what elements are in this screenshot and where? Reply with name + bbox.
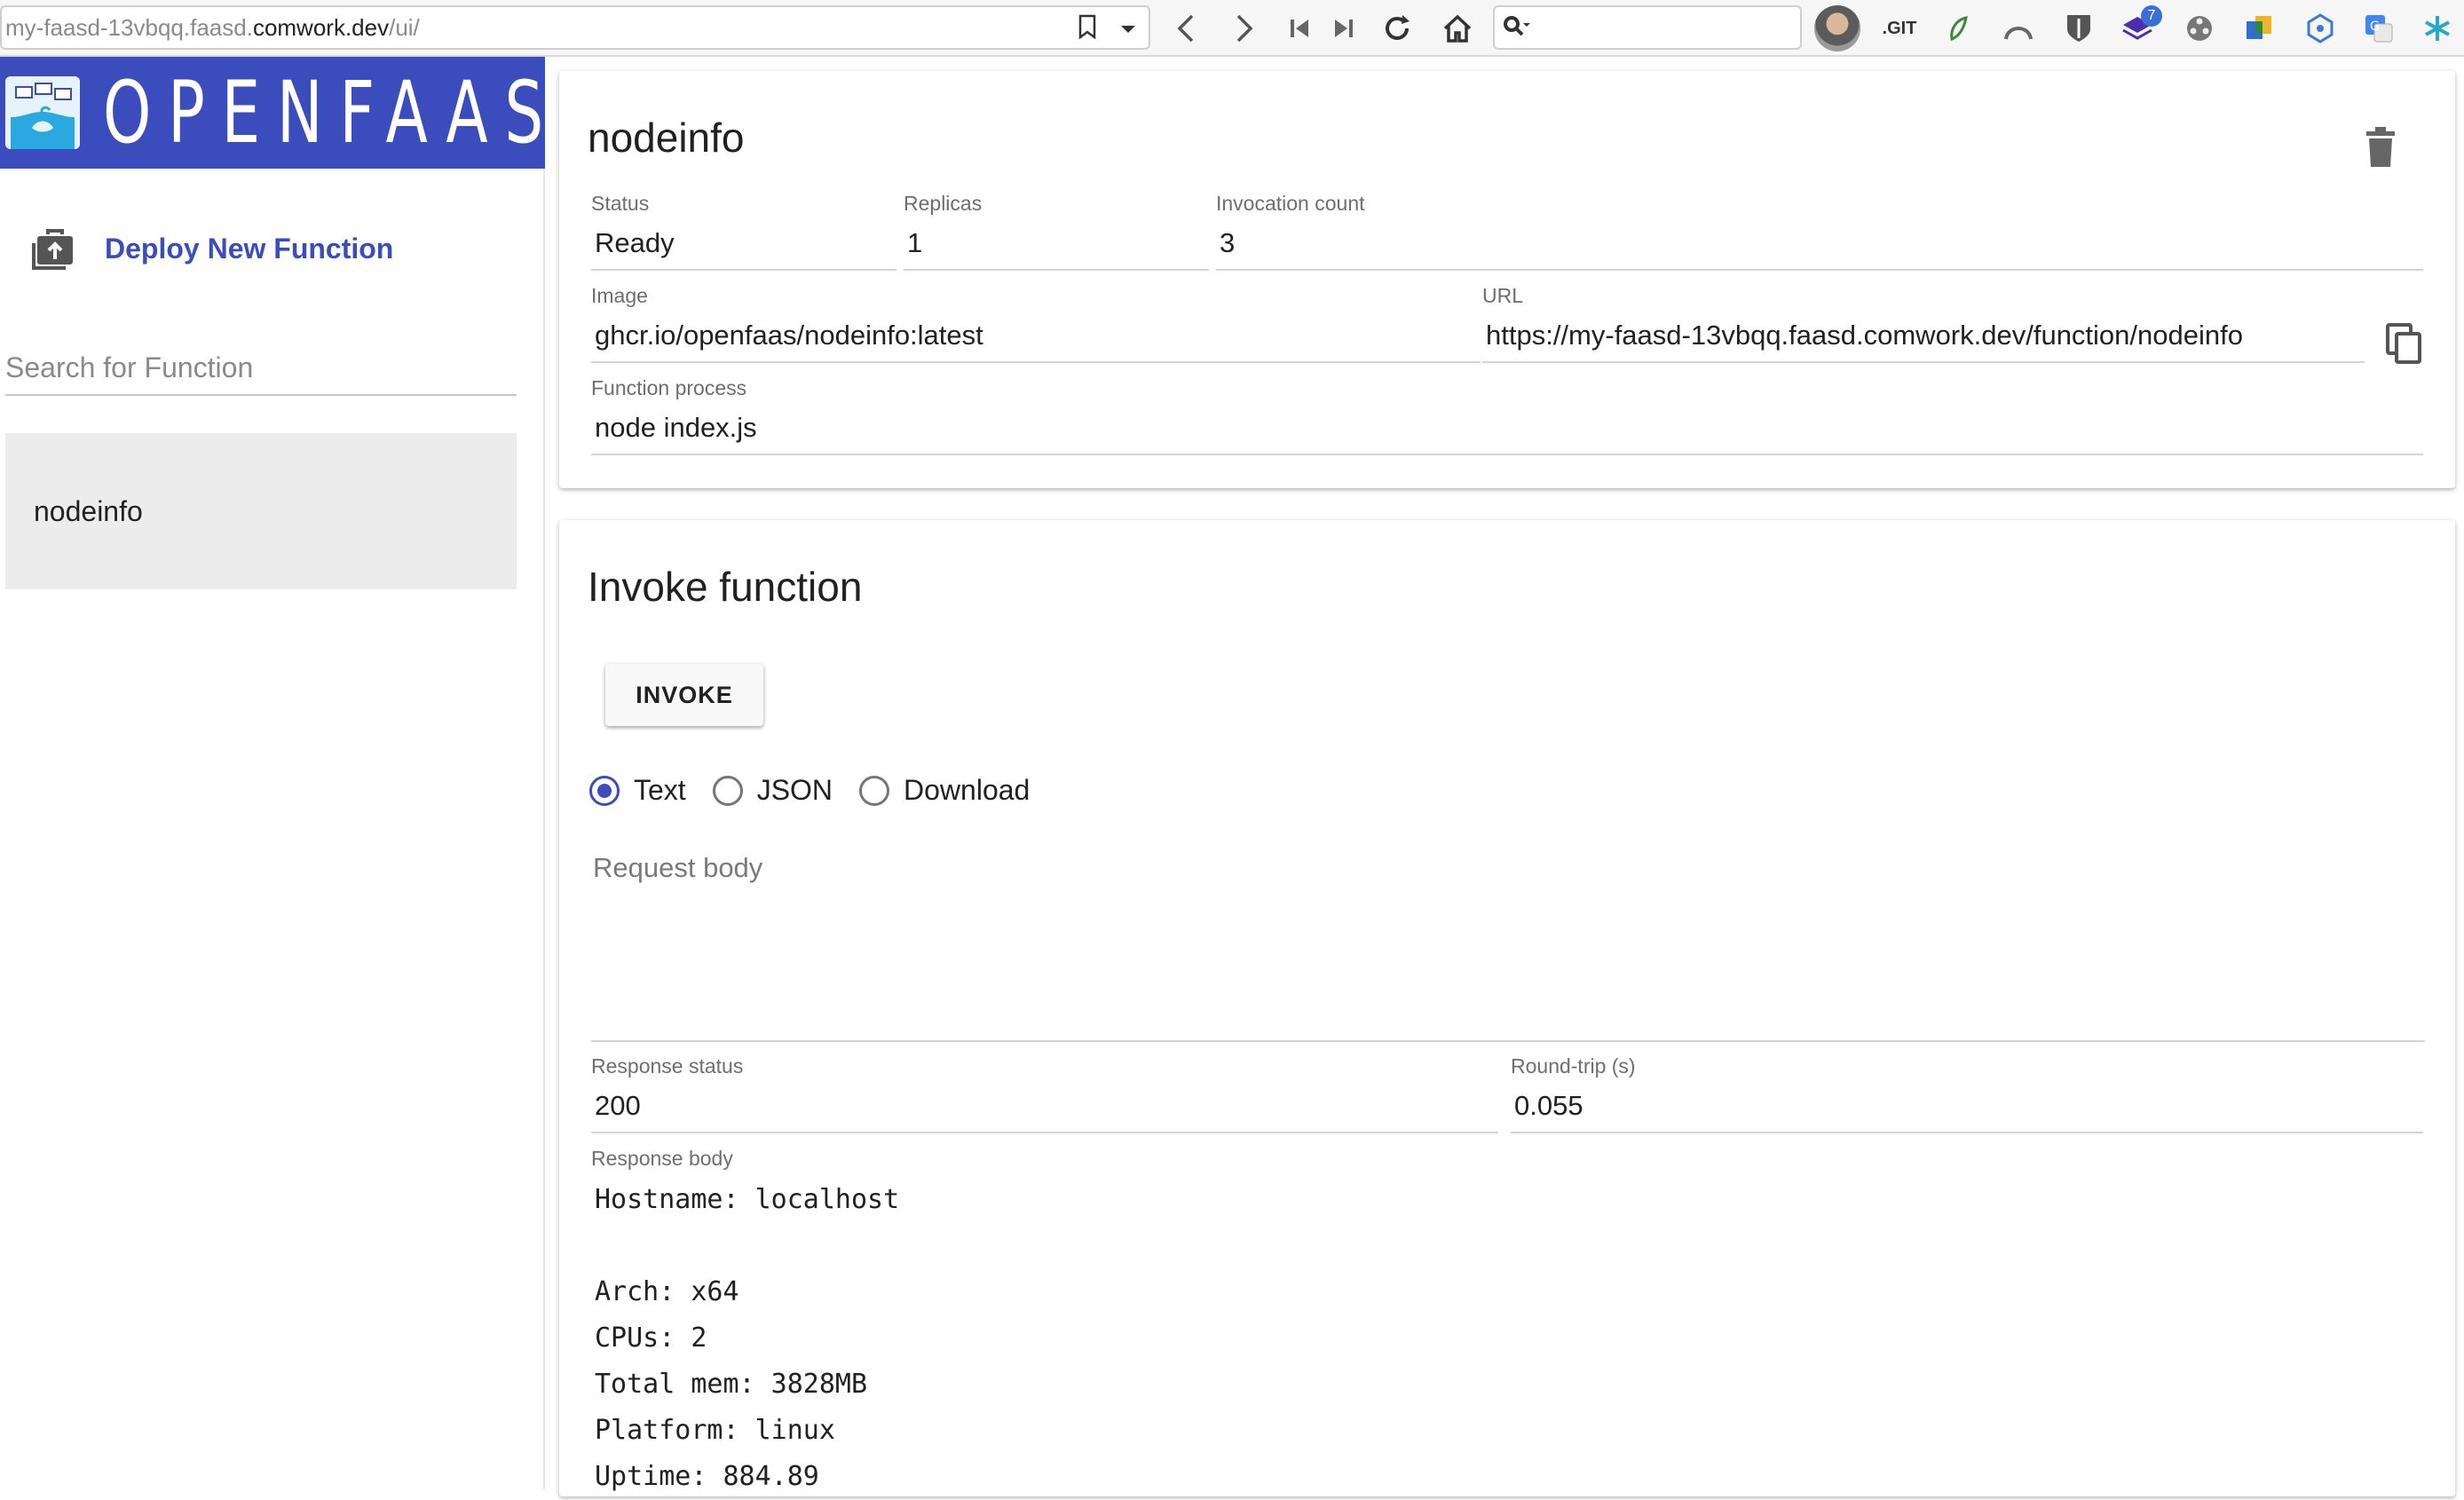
- function-list-item[interactable]: nodeinfo: [5, 433, 517, 589]
- forward-icon[interactable]: [1227, 11, 1262, 46]
- status-value: Ready: [591, 225, 896, 271]
- invoke-button[interactable]: INVOKE: [605, 664, 763, 726]
- function-process-value: node index.js: [591, 409, 2423, 455]
- git-extension-icon[interactable]: .GIT: [1880, 11, 1919, 46]
- format-radio-label: Text: [634, 774, 686, 806]
- function-title: nodeinfo: [588, 114, 745, 161]
- radio-checked-icon[interactable]: [589, 775, 620, 806]
- url-value: https://my-faasd-13vbqq.faasd.comwork.de…: [1482, 317, 2365, 363]
- browser-search-box[interactable]: [1493, 5, 1802, 50]
- openfaas-logo: [5, 76, 80, 149]
- bookmark-icon[interactable]: [1074, 14, 1101, 41]
- briefcase-upload-icon: [32, 225, 78, 272]
- sidebar: OPENFAAS Deploy New Function nodeinfo: [0, 57, 545, 1489]
- svg-text:G: G: [2370, 20, 2380, 34]
- dropdown-arrow-icon[interactable]: [1115, 14, 1141, 41]
- function-details-card: nodeinfo Status Ready Replicas 1 Invocat…: [559, 71, 2455, 488]
- asterisk-extension-icon[interactable]: [2420, 11, 2455, 46]
- invoke-function-card: Invoke function INVOKE Text JSON Downloa…: [559, 520, 2455, 1496]
- format-radio-label: JSON: [756, 774, 833, 806]
- url-suffix: /ui/: [389, 13, 420, 41]
- reload-icon[interactable]: [1379, 11, 1415, 46]
- home-icon[interactable]: [1440, 11, 1475, 46]
- notification-badge: 7: [2141, 5, 2162, 27]
- status-field: Status Ready: [591, 192, 896, 271]
- response-status-label: Response status: [591, 1054, 744, 1078]
- format-radio-label: Download: [904, 774, 1031, 806]
- function-search-input[interactable]: [5, 341, 517, 396]
- radio-unchecked-icon[interactable]: [712, 775, 743, 806]
- invocation-count-label: Invocation count: [1216, 192, 1365, 215]
- browser-toolbar: my-faasd-13vbqq.faasd.comwork.dev/ui/ .G…: [0, 0, 2464, 57]
- response-status-value: 200: [591, 1087, 1498, 1133]
- arc-extension-icon[interactable]: [2001, 11, 2036, 46]
- image-label: Image: [591, 284, 648, 307]
- skip-forward-icon[interactable]: [1326, 11, 1362, 46]
- search-icon: [1502, 14, 1530, 45]
- round-trip-field: Round-trip (s) 0.055: [1511, 1054, 2423, 1133]
- function-process-label: Function process: [591, 376, 747, 399]
- delete-icon[interactable]: [2363, 126, 2398, 169]
- url-text[interactable]: my-faasd-13vbqq.faasd.comwork.dev/ui/: [2, 14, 420, 42]
- invocation-count-value: 3: [1216, 225, 2423, 271]
- status-label: Status: [591, 192, 650, 215]
- address-bar[interactable]: my-faasd-13vbqq.faasd.comwork.dev/ui/: [0, 5, 1150, 50]
- url-prefix: my-faasd-13vbqq.faasd.: [5, 13, 253, 41]
- replicas-label: Replicas: [904, 192, 983, 215]
- invoke-title: Invoke function: [588, 564, 863, 610]
- invocation-count-field: Invocation count 3: [1216, 192, 2423, 271]
- leaf-extension-icon[interactable]: [1940, 11, 1976, 46]
- url-label: URL: [1482, 284, 1524, 307]
- image-field: Image ghcr.io/openfaas/nodeinfo:latest: [591, 284, 1481, 363]
- translate-icon[interactable]: G: [2361, 11, 2397, 46]
- format-radio-text[interactable]: Text: [589, 774, 686, 807]
- tabs-extension-icon[interactable]: [2242, 11, 2278, 46]
- response-status-field: Response status 200: [591, 1054, 1498, 1133]
- hexagon-extension-icon[interactable]: [2302, 11, 2338, 46]
- back-icon[interactable]: [1168, 11, 1204, 46]
- stack-extension-icon[interactable]: 7: [2120, 5, 2162, 46]
- deploy-label: Deploy New Function: [105, 232, 394, 264]
- response-body-field: Response body: [591, 1147, 733, 1171]
- url-field: URL https://my-faasd-13vbqq.faasd.comwor…: [1482, 284, 2365, 363]
- round-trip-label: Round-trip (s): [1511, 1054, 1636, 1078]
- response-body-label: Response body: [591, 1147, 733, 1170]
- format-radio-download[interactable]: Download: [859, 774, 1030, 807]
- format-radio-json[interactable]: JSON: [712, 774, 833, 807]
- request-body-input[interactable]: [591, 852, 2425, 1042]
- function-process-field: Function process node index.js: [591, 376, 2423, 455]
- round-trip-value: 0.055: [1511, 1087, 2423, 1133]
- bitwarden-shield-icon[interactable]: [2061, 11, 2097, 46]
- deploy-new-function-button[interactable]: Deploy New Function: [32, 222, 393, 275]
- radio-unchecked-icon[interactable]: [859, 775, 890, 806]
- url-host: comwork.dev: [252, 13, 390, 41]
- function-list-item-label: nodeinfo: [34, 494, 143, 527]
- brand-header[interactable]: OPENFAAS: [0, 57, 545, 169]
- git-label: .GIT: [1882, 18, 1917, 38]
- user-avatar[interactable]: [1814, 5, 1860, 51]
- image-value: ghcr.io/openfaas/nodeinfo:latest: [591, 317, 1481, 363]
- copy-icon[interactable]: [2384, 321, 2423, 366]
- skip-back-icon[interactable]: [1282, 11, 1317, 46]
- response-body-text: Hostname: localhost Arch: x64 CPUs: 2 To…: [595, 1184, 900, 1492]
- film-reel-icon[interactable]: [2182, 11, 2217, 46]
- replicas-field: Replicas 1: [904, 192, 1209, 271]
- replicas-value: 1: [904, 225, 1209, 271]
- response-format-radio-group: Text JSON Download: [589, 774, 1056, 807]
- brand-name: OPENFAAS: [103, 63, 561, 162]
